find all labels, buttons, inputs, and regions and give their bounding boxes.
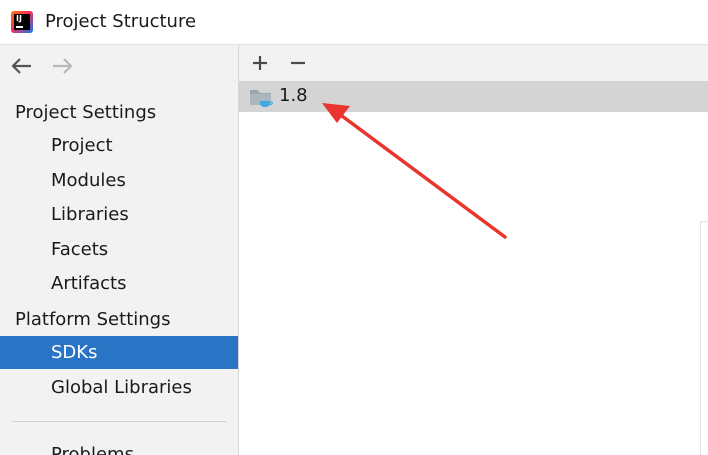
sidebar-item-libraries[interactable]: Libraries <box>0 198 238 231</box>
sidebar-item-modules[interactable]: Modules <box>0 164 238 197</box>
sidebar-item-label: Global Libraries <box>51 377 192 398</box>
project-settings-header: Project Settings <box>15 102 157 123</box>
sdk-list-item[interactable]: 1.8 <box>239 81 708 112</box>
intellij-logo-icon: IJ <box>11 11 33 33</box>
sidebar-item-problems[interactable]: Problems <box>0 438 238 455</box>
sidebar-item-label: Modules <box>51 170 126 191</box>
sidebar-item-global-libraries[interactable]: Global Libraries <box>0 371 238 404</box>
minus-icon[interactable] <box>287 52 309 74</box>
plus-icon[interactable] <box>249 52 271 74</box>
sdk-panel: 1.8 <box>239 45 708 455</box>
arrow-right-icon[interactable] <box>50 56 74 76</box>
details-panel-edge <box>700 221 708 455</box>
arrow-left-icon[interactable] <box>10 56 34 76</box>
sidebar-item-facets[interactable]: Facets <box>0 233 238 266</box>
sidebar-item-label: SDKs <box>51 342 98 363</box>
sidebar-item-label: Facets <box>51 239 109 260</box>
sidebar-item-label: Libraries <box>51 204 129 225</box>
sidebar-item-sdks[interactable]: SDKs <box>0 336 238 369</box>
project-structure-window: IJ Project Structure Project Settings Pr… <box>0 0 708 455</box>
sidebar-item-label: Artifacts <box>51 273 127 294</box>
sidebar-item-project[interactable]: Project <box>0 129 238 162</box>
sidebar-item-label: Problems <box>51 444 134 455</box>
window-title: Project Structure <box>45 11 197 32</box>
jdk-folder-icon <box>250 90 273 107</box>
sdk-toolbar <box>239 45 708 81</box>
title-bar: IJ Project Structure <box>0 0 708 45</box>
sidebar-item-artifacts[interactable]: Artifacts <box>0 267 238 300</box>
platform-settings-header: Platform Settings <box>15 309 171 330</box>
sidebar-item-label: Project <box>51 135 113 156</box>
sidebar: Project Settings Project Modules Librari… <box>0 45 239 455</box>
sdk-name: 1.8 <box>279 85 308 106</box>
navigation-arrows <box>0 45 238 87</box>
sidebar-divider <box>12 421 226 422</box>
